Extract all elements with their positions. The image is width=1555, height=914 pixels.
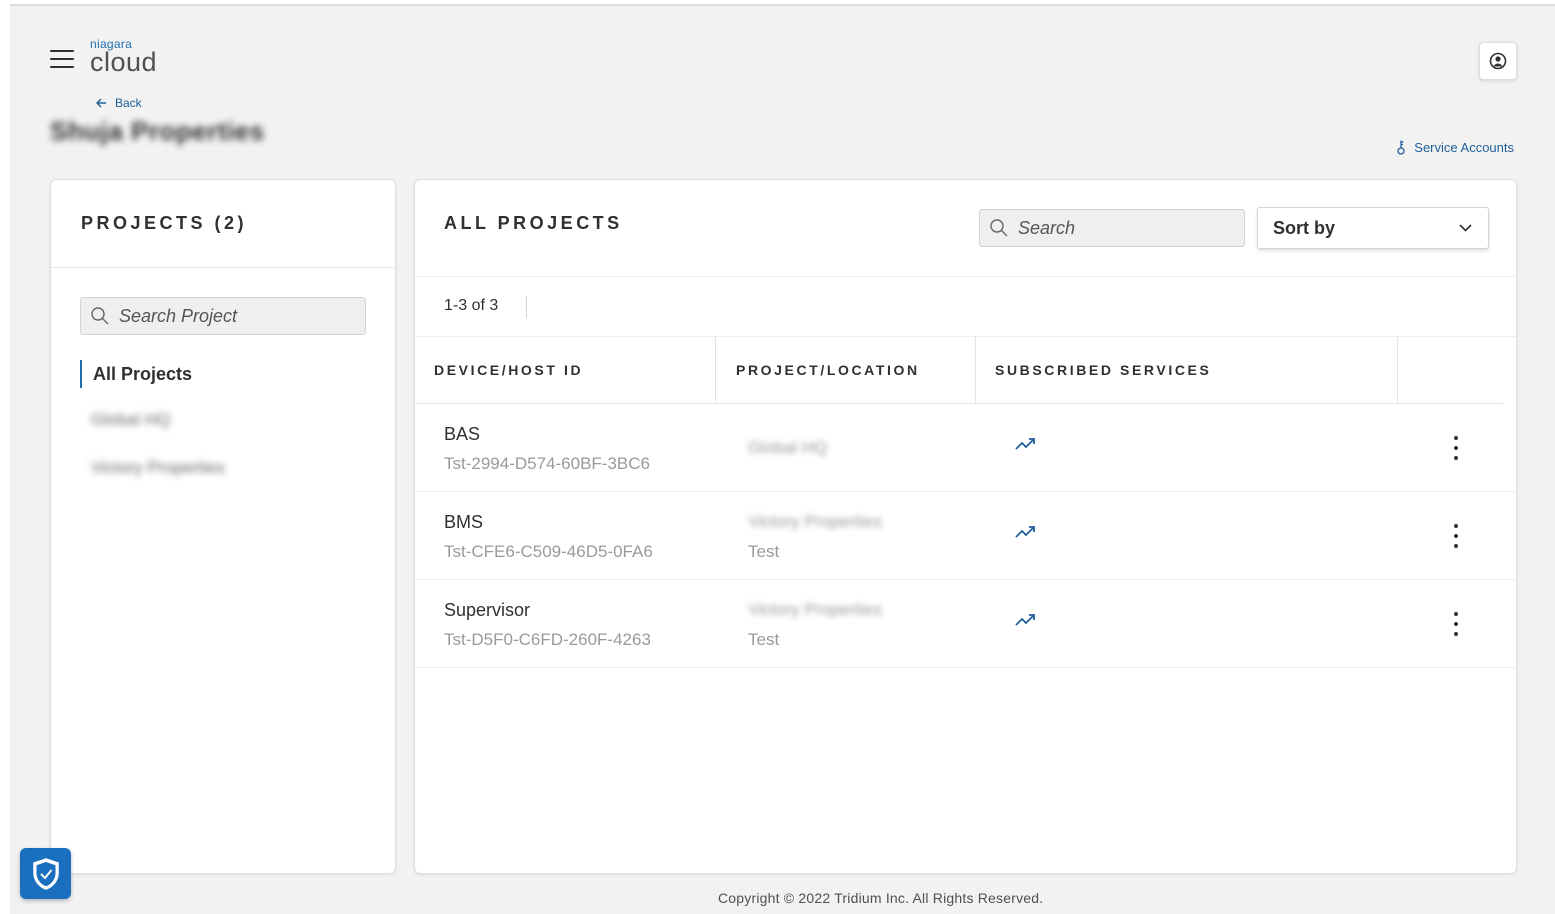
logo-big-text: cloud: [90, 47, 158, 77]
project-location: Test: [748, 542, 780, 561]
table-header: DEVICE/HOST ID PROJECT/LOCATION SUBSCRIB…: [415, 337, 1503, 404]
back-link[interactable]: Back: [96, 96, 142, 110]
more-vertical-icon[interactable]: [1447, 524, 1465, 548]
projects-sidebar: PROJECTS (2) Search Project All Projects…: [50, 179, 396, 874]
chevron-down-icon: [1459, 224, 1472, 232]
search-icon: [990, 219, 1008, 237]
device-name: BAS: [444, 424, 481, 444]
device-host-id: Tst-CFE6-C509-46D5-0FA6: [444, 542, 653, 561]
search-project-placeholder: Search Project: [119, 305, 238, 326]
pagination-count-row: 1-3 of 3: [415, 277, 1516, 337]
project-name: Victory Properties: [748, 512, 882, 531]
trending-up-icon[interactable]: [1015, 613, 1037, 632]
project-location: Test: [748, 630, 780, 649]
niagara-cloud-logo: niagara cloud: [90, 38, 158, 77]
service-accounts-link[interactable]: Service Accounts: [1396, 139, 1514, 155]
search-project-input[interactable]: Search Project: [80, 297, 366, 335]
table-row[interactable]: BAS Tst-2994-D574-60BF-3BC6 Global HQ: [415, 404, 1516, 492]
project-name: Global HQ: [748, 438, 828, 457]
sidebar-item-victory-properties[interactable]: Victory Properties: [91, 458, 225, 478]
arrow-left-icon: [96, 98, 106, 108]
sort-by-label: Sort by: [1273, 217, 1336, 238]
user-icon: [1489, 52, 1507, 70]
table-row[interactable]: Supervisor Tst-D5F0-C6FD-260F-4263 Victo…: [415, 580, 1516, 668]
trending-up-icon[interactable]: [1015, 437, 1037, 456]
shield-check-icon[interactable]: [20, 848, 71, 899]
projects-sidebar-header: PROJECTS (2): [51, 180, 395, 268]
table-row[interactable]: BMS Tst-CFE6-C509-46D5-0FA6 Victory Prop…: [415, 492, 1516, 580]
all-projects-header: ALL PROJECTS Search Sort by: [415, 180, 1516, 277]
trending-up-icon[interactable]: [1015, 525, 1037, 544]
projects-count-title: PROJECTS (2): [81, 213, 248, 233]
pagination-count: 1-3 of 3: [444, 297, 499, 314]
more-vertical-icon[interactable]: [1447, 612, 1465, 636]
app-frame: niagara cloud Back Shuja Properties Serv…: [10, 4, 1555, 914]
divider: [526, 296, 527, 318]
page-title: Shuja Properties: [50, 116, 265, 146]
all-projects-title: ALL PROJECTS: [444, 213, 623, 233]
more-vertical-icon[interactable]: [1447, 436, 1465, 460]
service-accounts-label: Service Accounts: [1414, 139, 1514, 155]
sidebar-item-all-projects[interactable]: All Projects: [80, 360, 192, 388]
project-name: Victory Properties: [748, 600, 882, 619]
column-header-device-host-id[interactable]: DEVICE/HOST ID: [434, 337, 583, 404]
device-host-id: Tst-2994-D574-60BF-3BC6: [444, 454, 650, 473]
back-label: Back: [115, 96, 142, 110]
search-input[interactable]: Search: [979, 209, 1245, 247]
sort-by-dropdown[interactable]: Sort by: [1257, 207, 1489, 249]
device-name: BMS: [444, 512, 484, 532]
device-host-id: Tst-D5F0-C6FD-260F-4263: [444, 630, 651, 649]
column-header-subscribed-services[interactable]: SUBSCRIBED SERVICES: [995, 337, 1211, 404]
sidebar-item-global-hq[interactable]: Global HQ: [91, 410, 170, 430]
key-icon: [1397, 140, 1405, 155]
column-divider: [975, 337, 976, 404]
user-menu-button[interactable]: [1479, 42, 1517, 80]
column-divider: [715, 337, 716, 404]
search-placeholder: Search: [1018, 217, 1076, 238]
column-header-project-location[interactable]: PROJECT/LOCATION: [736, 337, 920, 404]
device-name: Supervisor: [444, 600, 531, 620]
search-icon: [91, 307, 109, 325]
copyright-footer: Copyright © 2022 Tridium Inc. All Rights…: [718, 890, 1044, 906]
column-divider: [1397, 337, 1398, 404]
all-projects-panel: ALL PROJECTS Search Sort by 1-3 of 3 DEV…: [414, 179, 1517, 874]
hamburger-menu-icon[interactable]: [50, 50, 74, 68]
